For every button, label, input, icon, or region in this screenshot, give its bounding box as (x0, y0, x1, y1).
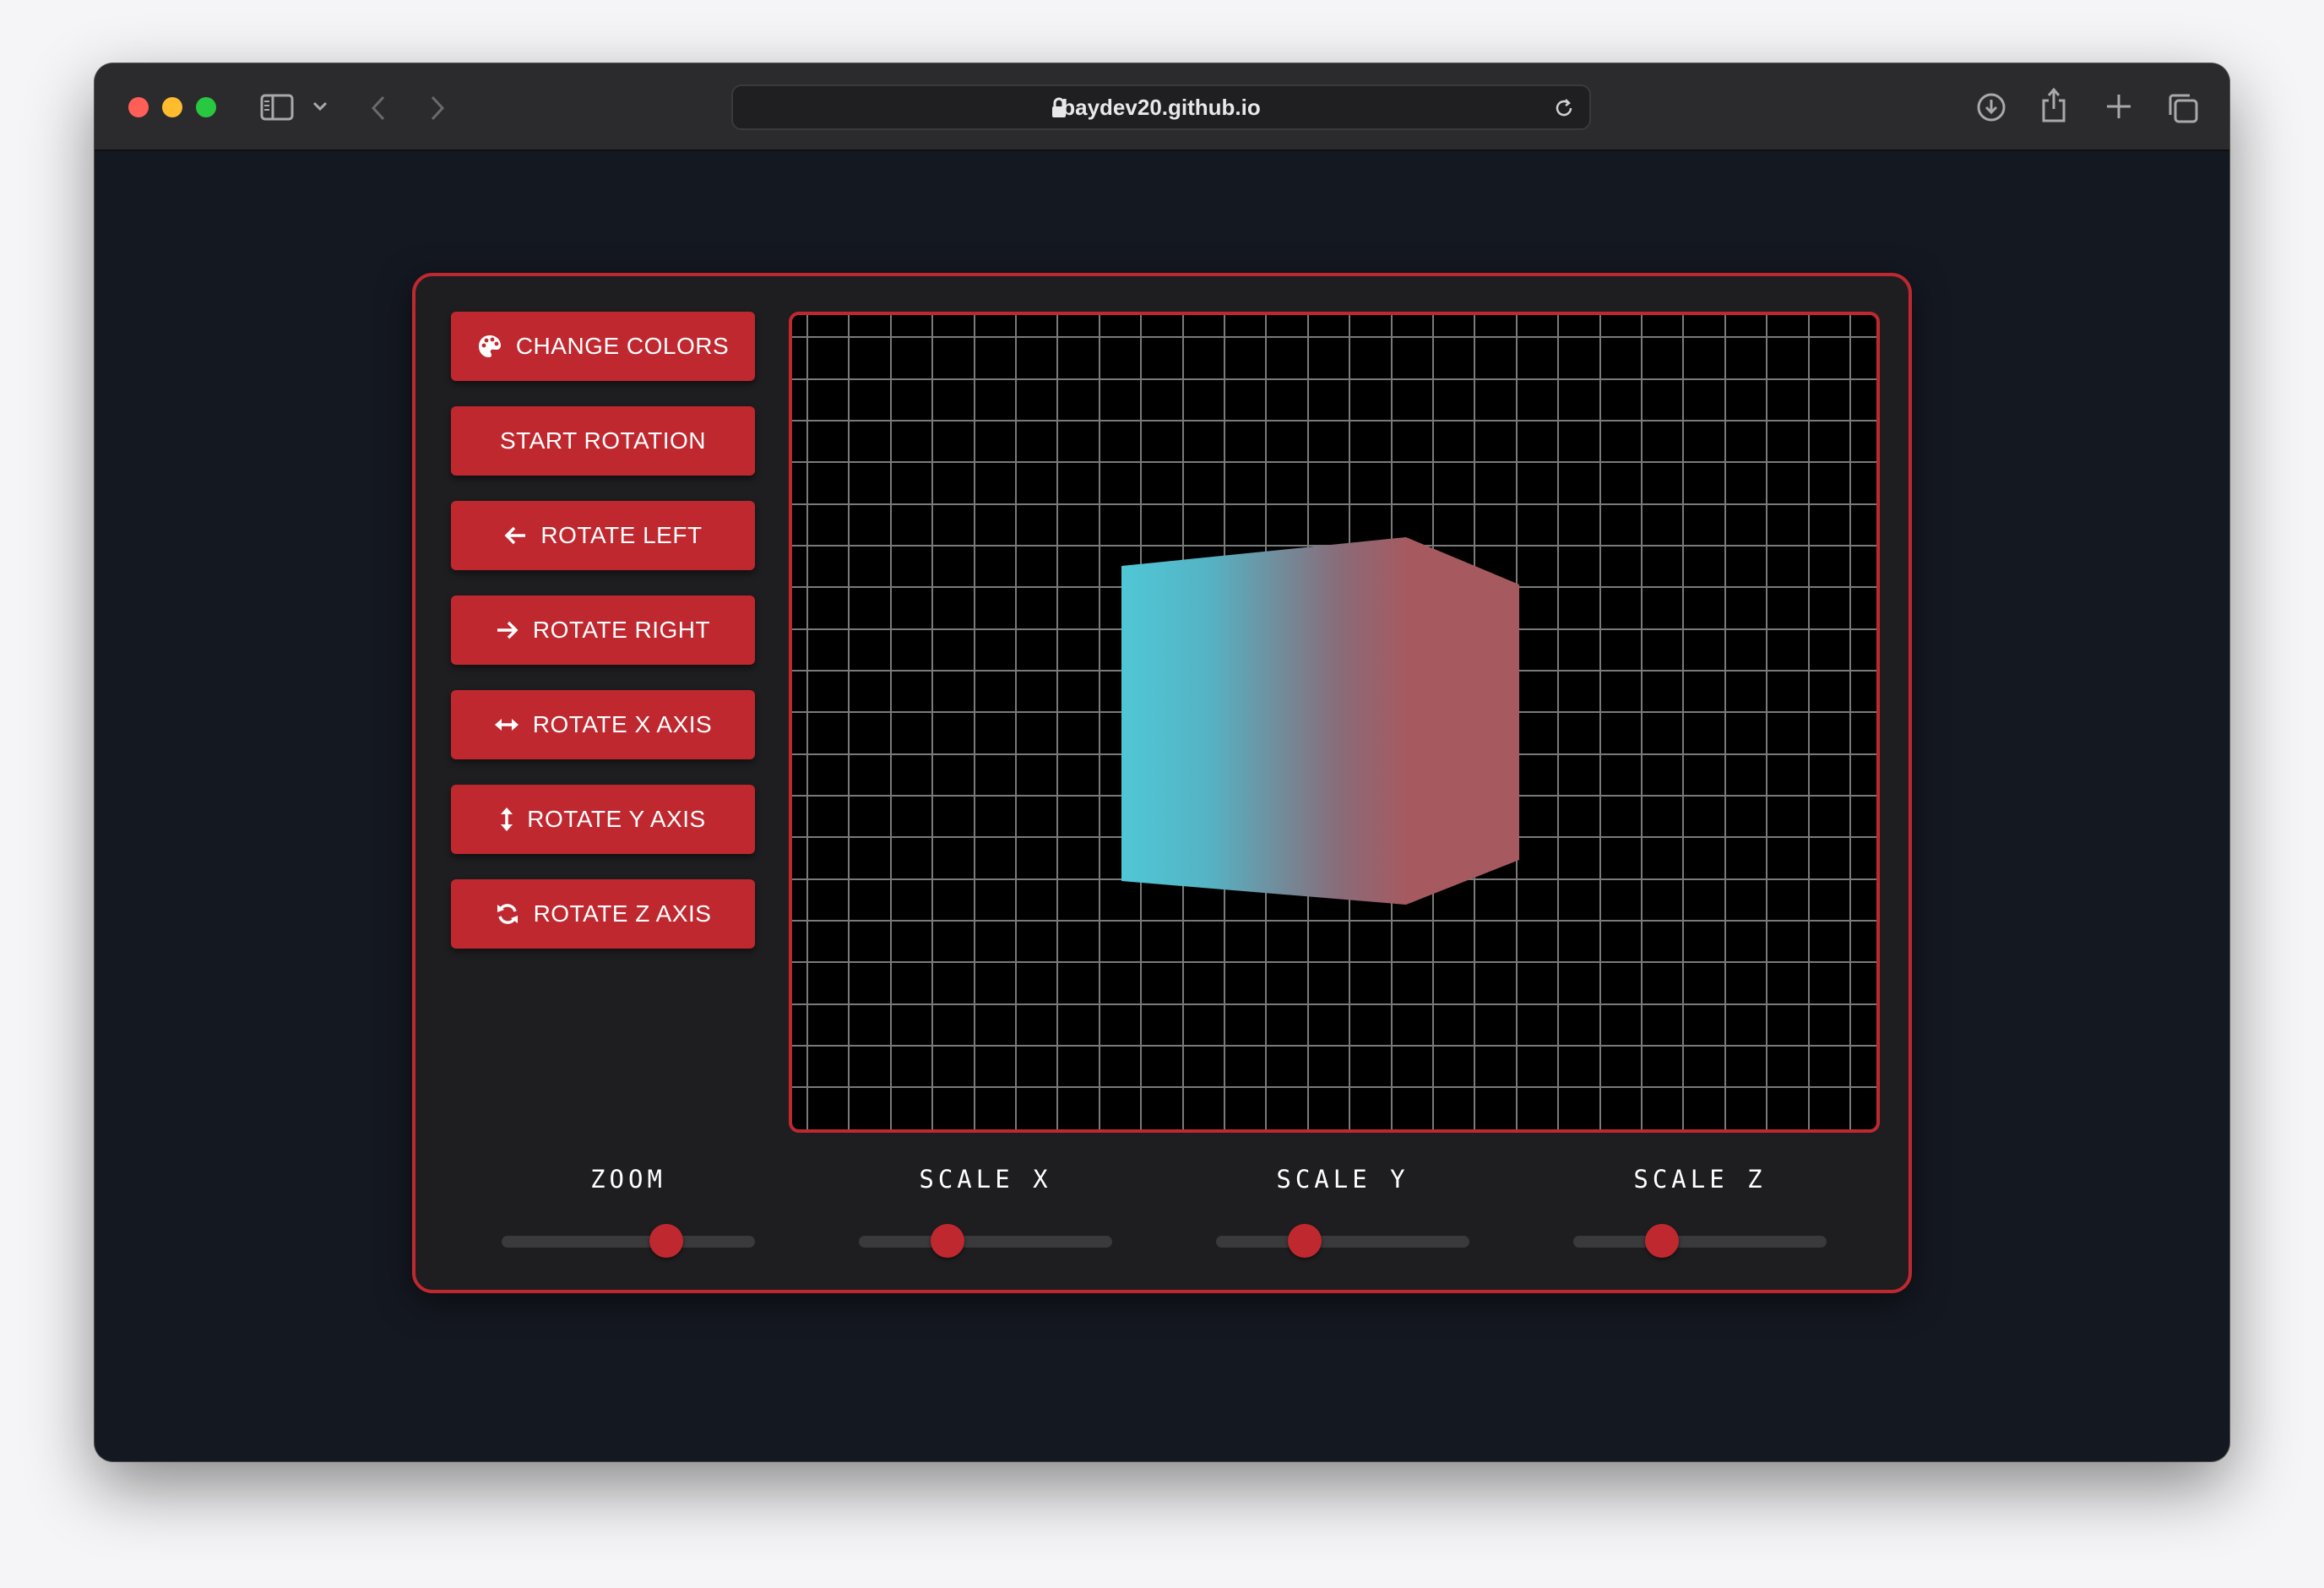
scale-x-slider[interactable]: SCALE X (859, 1165, 1112, 1258)
scale-x-slider-track[interactable] (859, 1236, 1112, 1248)
rotate-y-axis-button[interactable]: ROTATE Y AXIS (451, 785, 755, 854)
start-rotation-label: START ROTATION (500, 427, 706, 454)
rotate-z-axis-button[interactable]: ROTATE Z AXIS (451, 879, 755, 949)
arrows-vertical-icon (500, 807, 513, 832)
rotate-y-axis-label: ROTATE Y AXIS (527, 806, 706, 832)
share-icon[interactable] (2040, 87, 2067, 127)
chevron-down-icon[interactable] (312, 101, 328, 117)
zoom-slider[interactable]: ZOOM (502, 1165, 755, 1258)
scale-z-label: SCALE Z (1633, 1165, 1767, 1194)
arrows-horizontal-icon (494, 716, 519, 733)
zoom-slider-thumb[interactable] (649, 1224, 683, 1258)
rotate-x-axis-button[interactable]: ROTATE X AXIS (451, 690, 755, 759)
tab-overview-icon[interactable] (2167, 92, 2199, 128)
cube[interactable] (1121, 537, 1519, 905)
browser-titlebar: baydev20.github.io (95, 63, 2229, 151)
browser-window: baydev20.github.io CHANGE COLORS START R… (95, 63, 2229, 1461)
palette-icon (477, 334, 502, 359)
scale-x-slider-thumb[interactable] (931, 1224, 964, 1258)
address-bar[interactable]: baydev20.github.io (731, 84, 1591, 130)
rotate-right-label: ROTATE RIGHT (532, 617, 711, 643)
reload-icon[interactable] (1552, 96, 1576, 124)
scale-y-slider-track[interactable] (1216, 1236, 1469, 1248)
3d-viewport[interactable] (789, 312, 1880, 1133)
start-rotation-button[interactable]: START ROTATION (451, 406, 755, 476)
scale-y-label: SCALE Y (1276, 1165, 1409, 1194)
sync-icon (495, 901, 520, 927)
change-colors-button[interactable]: CHANGE COLORS (451, 312, 755, 381)
forward-icon[interactable] (429, 95, 446, 125)
rotate-left-button[interactable]: ROTATE LEFT (451, 501, 755, 570)
scale-z-slider-track[interactable] (1573, 1236, 1827, 1248)
change-colors-label: CHANGE COLORS (515, 333, 730, 359)
rotate-right-button[interactable]: ROTATE RIGHT (451, 596, 755, 665)
cube-app-panel: CHANGE COLORS START ROTATION ROTATE LEFT… (412, 273, 1912, 1293)
scale-y-slider[interactable]: SCALE Y (1216, 1165, 1469, 1258)
arrow-left-icon (503, 525, 527, 546)
zoom-label: ZOOM (590, 1165, 666, 1194)
rotate-z-axis-label: ROTATE Z AXIS (533, 900, 712, 927)
viewport-canvas (792, 315, 1876, 1129)
maximize-window-button[interactable] (196, 97, 216, 117)
scale-y-slider-thumb[interactable] (1288, 1224, 1322, 1258)
rotate-left-label: ROTATE LEFT (540, 522, 703, 548)
minimize-window-button[interactable] (162, 97, 182, 117)
url-text: baydev20.github.io (1062, 95, 1261, 120)
scale-z-slider-thumb[interactable] (1645, 1224, 1679, 1258)
scale-x-label: SCALE X (919, 1165, 1052, 1194)
scale-z-slider[interactable]: SCALE Z (1573, 1165, 1827, 1258)
sidebar-toggle-icon[interactable] (260, 94, 294, 125)
download-icon[interactable] (1976, 92, 2006, 127)
new-tab-icon[interactable] (2104, 92, 2133, 125)
zoom-slider-track[interactable] (502, 1236, 755, 1248)
arrow-right-icon (496, 620, 519, 640)
back-icon[interactable] (370, 95, 387, 125)
close-window-button[interactable] (128, 97, 149, 117)
rotate-x-axis-label: ROTATE X AXIS (532, 711, 713, 737)
